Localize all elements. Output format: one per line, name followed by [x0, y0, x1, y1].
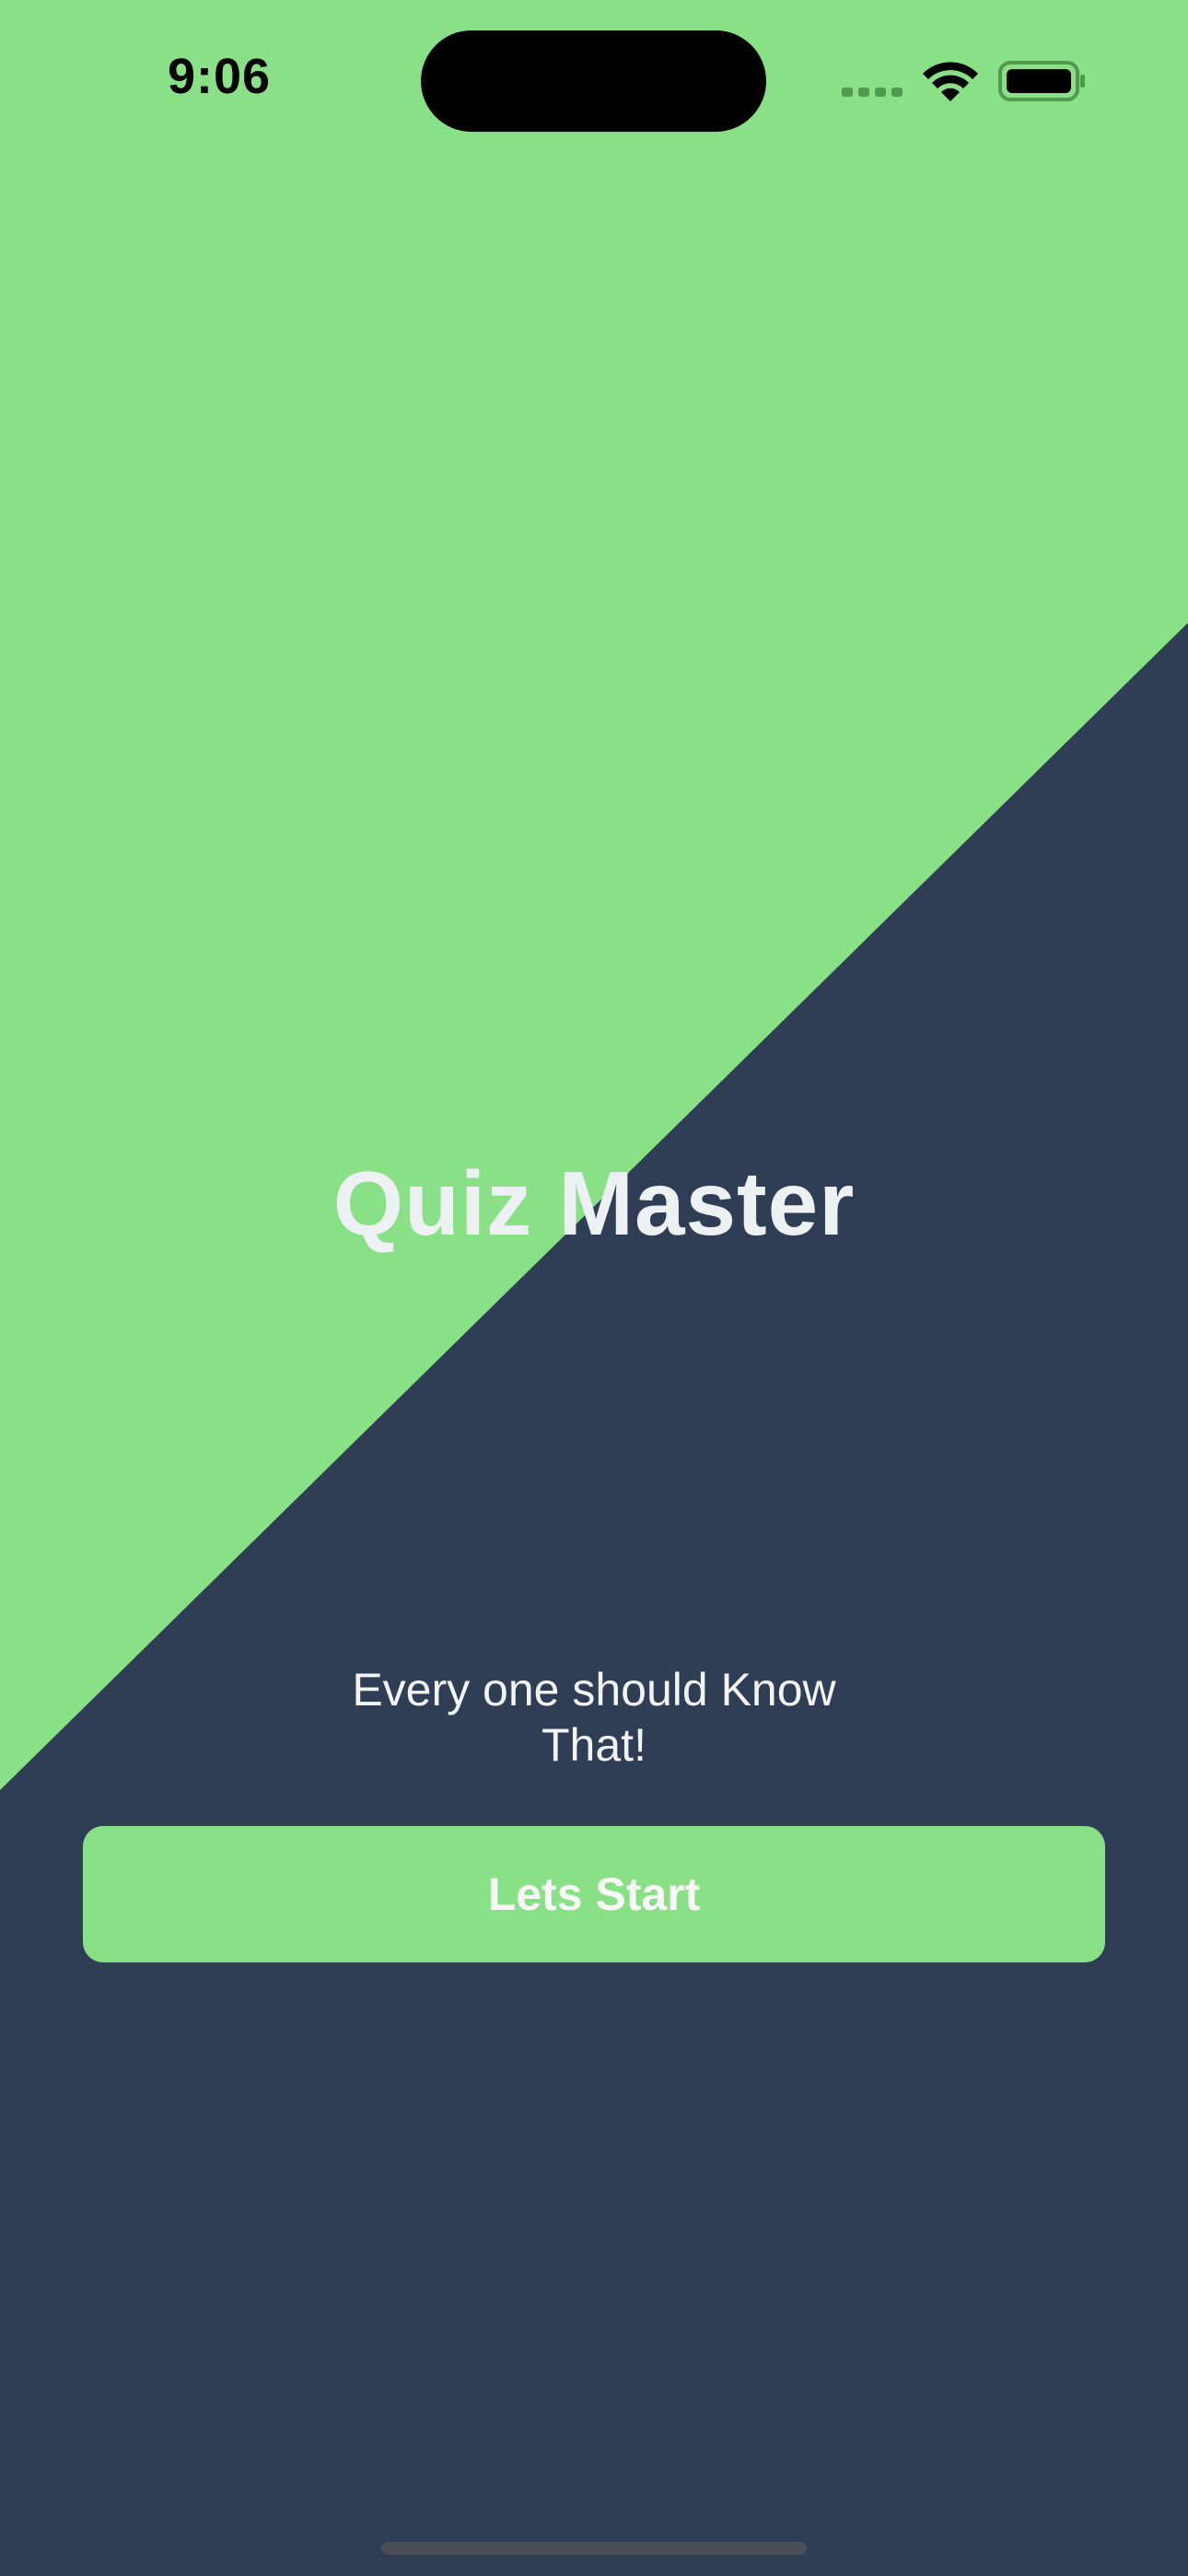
dynamic-island: [421, 30, 766, 132]
status-time: 9:06: [168, 49, 272, 104]
diagonal-background: [0, 0, 1188, 2576]
home-indicator[interactable]: [381, 2542, 807, 2555]
cellular-signal-icon: [842, 88, 903, 97]
battery-icon: [998, 61, 1085, 101]
tagline-line-1: Every one should Know: [352, 1664, 836, 1715]
tagline-line-2: That!: [542, 1719, 646, 1771]
wifi-icon: [923, 62, 978, 101]
status-bar: 9:06: [0, 0, 1188, 147]
app-title: Quiz Master: [332, 1153, 856, 1254]
tagline: Every one should Know That!: [318, 1662, 870, 1773]
lets-start-button[interactable]: Lets Start: [83, 1826, 1105, 1962]
